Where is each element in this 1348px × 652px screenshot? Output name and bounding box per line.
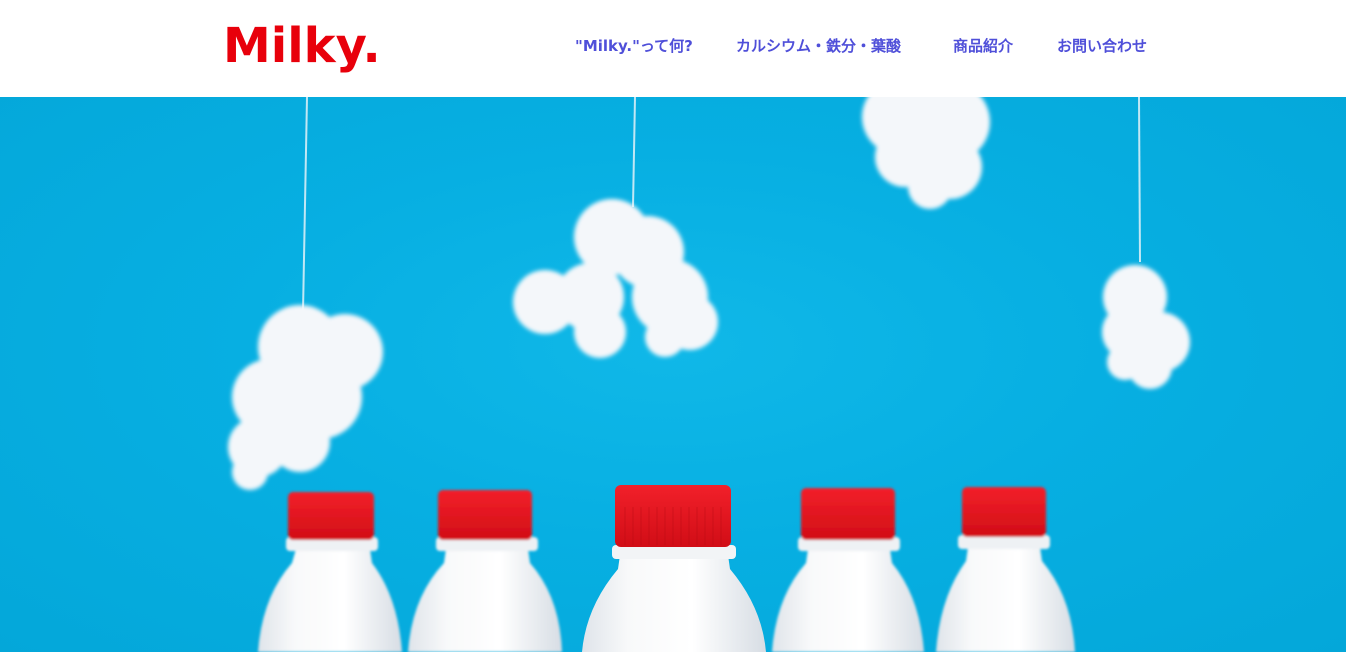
- bottle-3: [582, 485, 766, 652]
- site-header: Milky. "Milky."って何? カルシウム・鉄分・葉酸 商品紹介 お問い…: [0, 0, 1348, 97]
- milk-bottles: [258, 485, 1075, 652]
- nav-item-products[interactable]: 商品紹介: [953, 34, 1013, 58]
- bottle-2: [408, 490, 562, 652]
- nav-item-contact[interactable]: お問い合わせ: [1057, 34, 1147, 58]
- nav-item-what-is-milky[interactable]: "Milky."って何?: [575, 34, 693, 58]
- hanging-strings: [302, 97, 1141, 313]
- hero-illustration: [228, 97, 1190, 652]
- cloud-top-right: [862, 97, 990, 209]
- bottle-4: [772, 488, 924, 652]
- cotton-clouds: [228, 97, 1190, 490]
- bottle-1: [258, 492, 402, 652]
- nav-item-calcium-iron-folic-acid[interactable]: カルシウム・鉄分・葉酸: [736, 34, 901, 58]
- cloud-right: [1102, 265, 1190, 389]
- hero-image: [0, 97, 1346, 652]
- cloud-center: [513, 199, 718, 358]
- bottle-5: [936, 487, 1075, 652]
- main-nav: "Milky."って何? カルシウム・鉄分・葉酸 商品紹介 お問い合わせ: [0, 34, 1348, 58]
- cloud-left: [228, 305, 383, 490]
